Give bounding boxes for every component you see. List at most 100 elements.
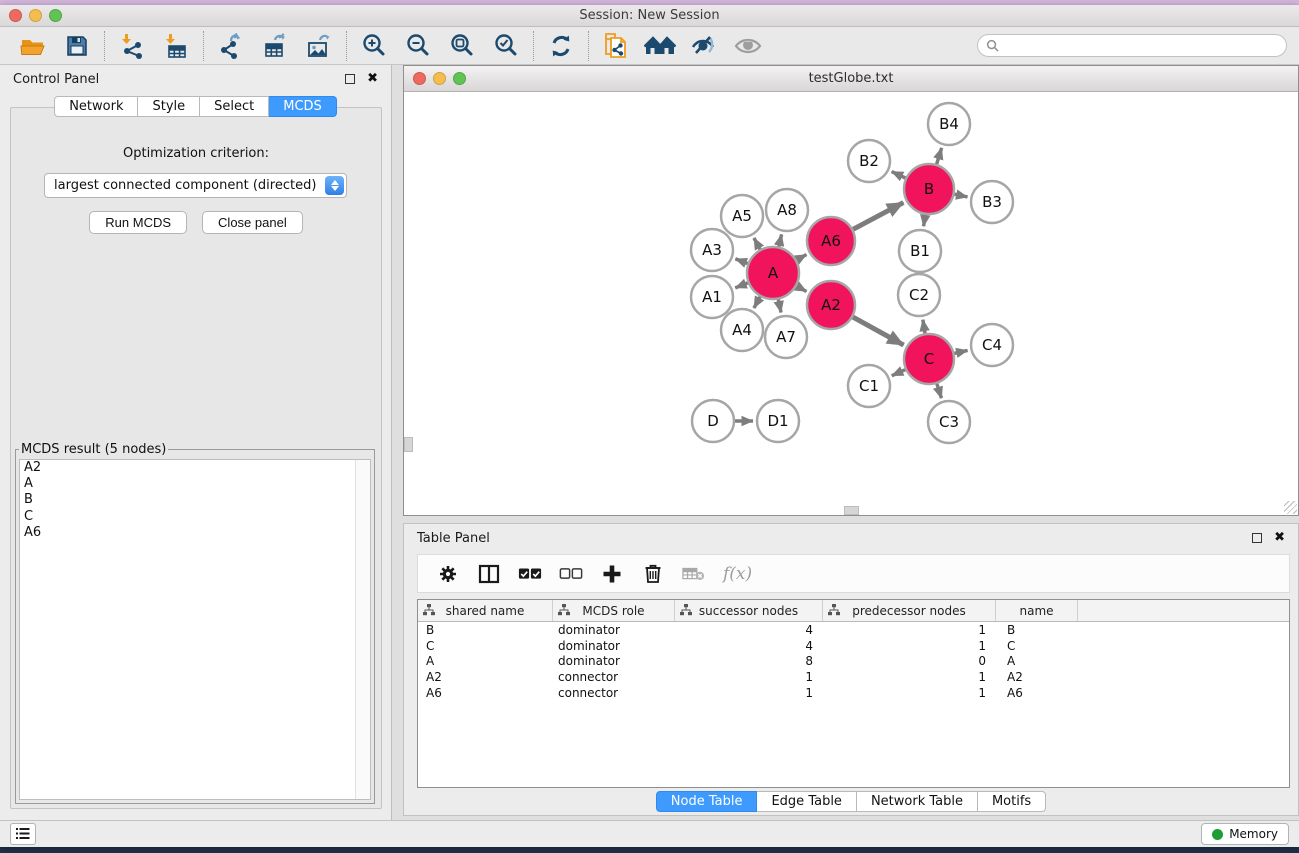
graph-edge-B-B3[interactable] [954,194,967,197]
tab-select[interactable]: Select [200,96,269,117]
open-session-button[interactable] [15,31,51,61]
vertical-scrollbar-thumb[interactable] [404,437,413,452]
column-header-predecessor-nodes[interactable]: predecessor nodes [823,600,996,621]
save-session-button[interactable] [59,31,95,61]
graph-edge-A-A4[interactable] [754,297,760,308]
graph-node-label-C4: C4 [982,336,1002,354]
apply-layout-button[interactable] [543,31,579,61]
network-close-button[interactable] [413,72,426,85]
column-label: predecessor nodes [852,604,965,618]
graph-edge-C-C2[interactable] [923,320,925,334]
export-image-button[interactable] [301,31,337,61]
graph-node-label-B2: B2 [859,152,879,170]
table-cell: B [418,623,553,637]
graph-edge-A-A5[interactable] [754,238,760,249]
search-field[interactable] [977,34,1287,57]
table-row[interactable]: A6connector11A6 [418,685,1289,701]
column-settings-button[interactable] [436,562,460,586]
graph-edge-C-C3[interactable] [937,384,942,398]
column-header-successor-nodes[interactable]: successor nodes [675,600,823,621]
function-builder-button[interactable]: f(x) [723,564,752,584]
result-scrollbar[interactable] [355,460,370,799]
float-panel-icon[interactable] [345,74,355,84]
minimize-window-button[interactable] [29,9,42,22]
table-row[interactable]: Cdominator41C [418,638,1289,654]
close-table-panel-icon[interactable]: ✖ [1274,533,1285,543]
table-cell: A [418,654,553,668]
graph-edge-A-A1[interactable] [735,283,748,288]
tab-edge-table[interactable]: Edge Table [757,791,856,812]
status-bar: Memory [0,820,1299,847]
graph-edge-B-B4[interactable] [937,148,942,164]
clone-network-button[interactable] [598,31,634,61]
show-hidden-button[interactable] [730,31,766,61]
tab-network-table[interactable]: Network Table [857,791,978,812]
graph-edge-B-B1[interactable] [924,215,926,227]
tab-motifs[interactable]: Motifs [978,791,1046,812]
mcds-result-list[interactable]: A2 A B C A6 [19,459,371,800]
export-table-button[interactable] [257,31,293,61]
criterion-dropdown[interactable]: largest connected component (directed) [44,173,347,198]
import-table-button[interactable] [158,31,194,61]
close-panel-button[interactable]: Close panel [202,211,303,234]
graph-edge-A-A6[interactable] [797,255,807,260]
column-header-name[interactable]: name [996,600,1078,621]
graph-edge-A-A8[interactable] [779,234,782,246]
search-input[interactable] [1004,38,1278,54]
float-table-panel-icon[interactable] [1252,533,1262,543]
table-panel-title: Table Panel [417,531,490,546]
hide-selection-button[interactable] [686,31,722,61]
result-item[interactable]: A2 [20,460,370,476]
result-item[interactable]: A6 [20,525,370,541]
split-table-icon [478,564,500,584]
graph-node-label-C2: C2 [909,286,929,304]
close-window-button[interactable] [9,9,22,22]
save-floppy-icon [64,33,90,59]
hierarchy-icon [828,604,840,616]
zoom-in-button[interactable] [356,31,392,61]
result-item[interactable]: B [20,492,370,508]
zoom-selected-button[interactable] [488,31,524,61]
import-network-button[interactable] [114,31,150,61]
memory-button[interactable]: Memory [1201,823,1289,845]
graph-edge-A-A7[interactable] [778,299,781,312]
export-network-button[interactable] [213,31,249,61]
table-row[interactable]: A2connector11A2 [418,669,1289,685]
task-history-button[interactable] [10,823,36,845]
tab-node-table[interactable]: Node Table [656,791,758,812]
network-minimize-button[interactable] [433,72,446,85]
table-cell: 1 [675,670,823,684]
select-all-button[interactable] [518,562,542,586]
show-all-views-button[interactable] [642,31,678,61]
graph-edge-A-A2[interactable] [797,286,807,291]
graph-edge-B-B2[interactable] [892,172,906,178]
delete-table-button[interactable] [682,562,706,586]
column-header-shared-name[interactable]: shared name [418,600,553,621]
result-item[interactable]: C [20,509,370,525]
graph-edge-A6-B[interactable] [853,203,903,230]
table-row[interactable]: Adominator80A [418,654,1289,670]
close-panel-icon[interactable]: ✖ [367,74,378,84]
horizontal-scrollbar-thumb[interactable] [844,506,859,515]
graph-edge-A2-C[interactable] [853,317,904,345]
deselect-all-button[interactable] [559,562,583,586]
split-table-button[interactable] [477,562,501,586]
run-mcds-button[interactable]: Run MCDS [89,211,187,234]
zoom-out-button[interactable] [400,31,436,61]
network-zoom-button[interactable] [453,72,466,85]
zoom-fit-button[interactable] [444,31,480,61]
tab-network[interactable]: Network [54,96,138,117]
graph-edge-C-C1[interactable] [892,370,905,376]
resize-grip[interactable] [1284,501,1297,514]
column-header-mcds-role[interactable]: MCDS role [553,600,675,621]
table-row[interactable]: Bdominator41B [418,622,1289,638]
zoom-window-button[interactable] [49,9,62,22]
network-canvas[interactable]: B4B2BB3A8A5A6A3B1AC2A1A2A4A7C4CC1DD1C3 [404,92,1298,515]
delete-columns-button[interactable] [641,562,665,586]
graph-edge-C-C4[interactable] [954,350,967,353]
result-item[interactable]: A [20,476,370,492]
tab-style[interactable]: Style [138,96,200,117]
graph-edge-A-A3[interactable] [735,259,747,264]
add-column-button[interactable] [600,562,624,586]
tab-mcds[interactable]: MCDS [269,96,337,117]
